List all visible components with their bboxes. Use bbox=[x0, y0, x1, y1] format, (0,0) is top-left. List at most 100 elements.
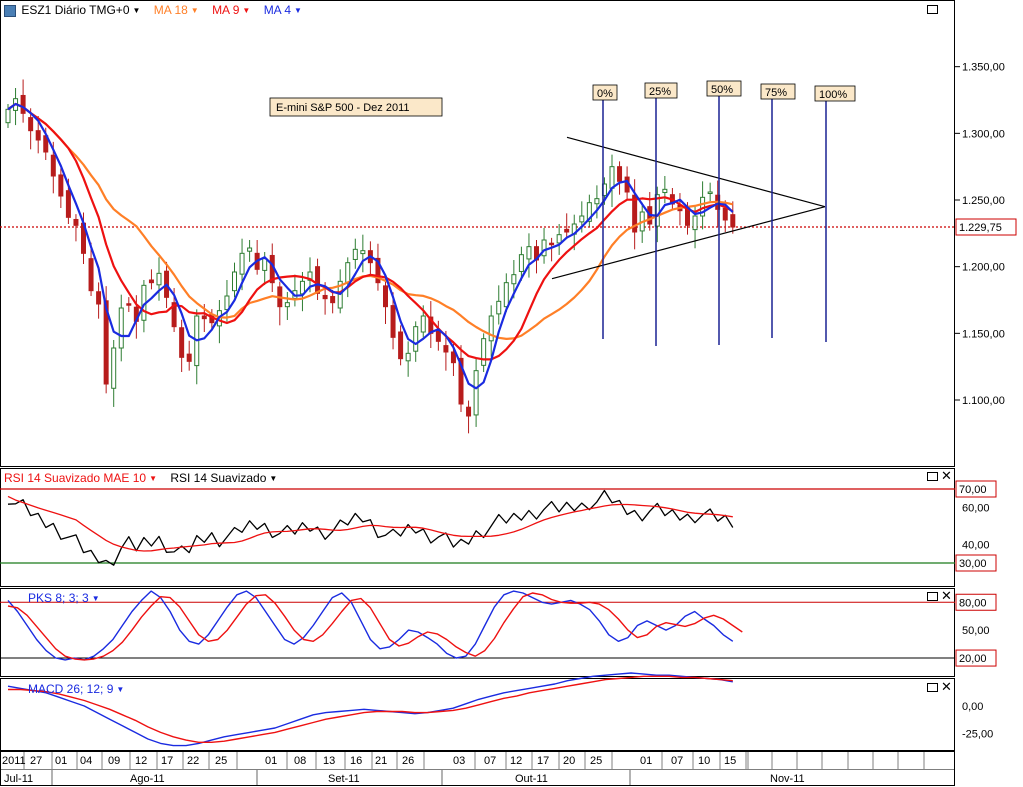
rsi-label-2[interactable]: RSI 14 Suavizado bbox=[170, 471, 266, 485]
x-day-label: 17 bbox=[537, 755, 549, 767]
macd-label[interactable]: MACD 26; 12; 9 bbox=[28, 682, 113, 696]
rsi-line bbox=[7, 489, 734, 566]
x-day-label: 01 bbox=[265, 755, 277, 767]
candle-body bbox=[526, 246, 532, 260]
candle-body bbox=[50, 154, 56, 177]
pks-d-line bbox=[7, 592, 743, 661]
main-maximize-icon[interactable] bbox=[927, 5, 938, 14]
candle-body bbox=[420, 315, 426, 333]
fib-label-0: 0% bbox=[592, 84, 618, 101]
candle-body bbox=[413, 326, 419, 352]
ma18-caret-icon[interactable]: ▼ bbox=[191, 6, 199, 15]
candle-body bbox=[609, 166, 615, 189]
ma9-caret-icon[interactable]: ▼ bbox=[242, 6, 250, 15]
candle-body bbox=[239, 252, 245, 275]
x-day-label: 10 bbox=[698, 755, 710, 767]
macd-caret-icon[interactable]: ▼ bbox=[116, 685, 124, 694]
x-day-label: 12 bbox=[135, 755, 147, 767]
fib-25-text: 25% bbox=[649, 86, 671, 98]
price-tick-label: 1.250,00 bbox=[962, 195, 1005, 207]
candle-body bbox=[224, 295, 230, 311]
symbol-label[interactable]: ESZ1 Diário TMG+0 bbox=[21, 3, 129, 17]
rsi-header: RSI 14 Suavizado MAE 10 ▼ RSI 14 Suavizad… bbox=[4, 471, 277, 485]
rsi-tick-label: 40,00 bbox=[962, 540, 990, 552]
ma4-label[interactable]: MA 4 bbox=[264, 3, 291, 17]
last-price-label: 1.229,75 bbox=[959, 222, 1002, 234]
x-day-label: 09 bbox=[108, 755, 120, 767]
rsi-level-label: 70,00 bbox=[959, 484, 987, 496]
candle-body bbox=[730, 214, 736, 228]
candle-body bbox=[383, 285, 388, 308]
candle-body bbox=[28, 117, 34, 132]
price-tick-label: 1.100,00 bbox=[962, 395, 1005, 407]
x-day-label: 01 bbox=[55, 755, 67, 767]
candle-body bbox=[179, 327, 185, 358]
symbol-caret-icon[interactable]: ▼ bbox=[133, 6, 141, 15]
candle-body bbox=[73, 218, 79, 226]
x-day-label: 07 bbox=[484, 755, 496, 767]
rsi-close-icon[interactable]: ✕ bbox=[941, 469, 952, 482]
rsi1-caret-icon[interactable]: ▼ bbox=[149, 474, 157, 483]
candle-body bbox=[518, 254, 524, 272]
x-day-label: 04 bbox=[80, 755, 92, 767]
candle-body bbox=[315, 266, 321, 294]
candle-body bbox=[322, 294, 328, 300]
fib-label-50: 50% bbox=[706, 80, 742, 97]
candle-body bbox=[564, 228, 570, 233]
rsi-level-label: 30,00 bbox=[959, 558, 987, 570]
fib-100-text: 100% bbox=[819, 89, 847, 101]
x-month-label: Nov-11 bbox=[770, 773, 805, 785]
ma9-label[interactable]: MA 9 bbox=[212, 3, 239, 17]
candle-body bbox=[707, 191, 713, 195]
pks-maximize-icon[interactable] bbox=[927, 592, 938, 601]
x-day-label: 21 bbox=[375, 755, 387, 767]
pks-header: PKS 8; 3; 3 ▼ bbox=[28, 591, 100, 605]
candle-body bbox=[111, 347, 117, 389]
pks-tick-label: 20,00 bbox=[959, 653, 987, 665]
rsi-maximize-icon[interactable] bbox=[927, 472, 938, 481]
x-day-label: 25 bbox=[215, 755, 227, 767]
candle-body bbox=[549, 242, 555, 246]
candle-body bbox=[556, 234, 562, 244]
x-day-label: 27 bbox=[30, 755, 42, 767]
x-day-label: 15 bbox=[724, 755, 736, 767]
fib-75-text: 75% bbox=[765, 87, 787, 99]
candle-body bbox=[496, 300, 502, 315]
candle-body bbox=[35, 130, 41, 141]
candle-body bbox=[443, 345, 449, 353]
rsi-label-1[interactable]: RSI 14 Suavizado MAE 10 bbox=[4, 471, 146, 485]
rsi2-caret-icon[interactable]: ▼ bbox=[269, 474, 277, 483]
macd-close-icon[interactable]: ✕ bbox=[941, 680, 952, 693]
pks-caret-icon[interactable]: ▼ bbox=[92, 594, 100, 603]
x-day-label: 07 bbox=[671, 755, 683, 767]
title-box: E-mini S&P 500 - Dez 2011 bbox=[269, 97, 443, 117]
candle-body bbox=[488, 315, 494, 342]
pks-label[interactable]: PKS 8; 3; 3 bbox=[28, 591, 89, 605]
macd-tick-label: -25,00 bbox=[962, 729, 993, 741]
ma18-line bbox=[7, 102, 734, 340]
ma4-caret-icon[interactable]: ▼ bbox=[294, 6, 302, 15]
candle-body bbox=[126, 303, 132, 306]
candle-body bbox=[450, 351, 456, 364]
x-month-label: Jul-11 bbox=[4, 773, 33, 785]
pks-panel-frame bbox=[0, 588, 955, 677]
x-day-label: 2011 bbox=[2, 755, 26, 767]
x-month-label: Ago-11 bbox=[130, 773, 165, 785]
candle-body bbox=[118, 307, 124, 349]
rsi-panel-frame bbox=[0, 468, 955, 587]
x-day-label: 22 bbox=[187, 755, 199, 767]
candle-body bbox=[186, 353, 192, 362]
candle-body bbox=[722, 207, 728, 221]
candle-body bbox=[405, 352, 411, 362]
candle-body bbox=[232, 271, 237, 292]
pks-close-icon[interactable]: ✕ bbox=[941, 589, 952, 602]
candle-body bbox=[360, 250, 366, 255]
x-day-label: 20 bbox=[563, 755, 575, 767]
candle-body bbox=[262, 258, 268, 271]
candle-body bbox=[473, 370, 479, 416]
candle-body bbox=[284, 302, 290, 308]
ma18-label[interactable]: MA 18 bbox=[154, 3, 188, 17]
price-tick-label: 1.300,00 bbox=[962, 128, 1005, 140]
candle-body bbox=[58, 174, 64, 197]
macd-maximize-icon[interactable] bbox=[927, 683, 938, 692]
